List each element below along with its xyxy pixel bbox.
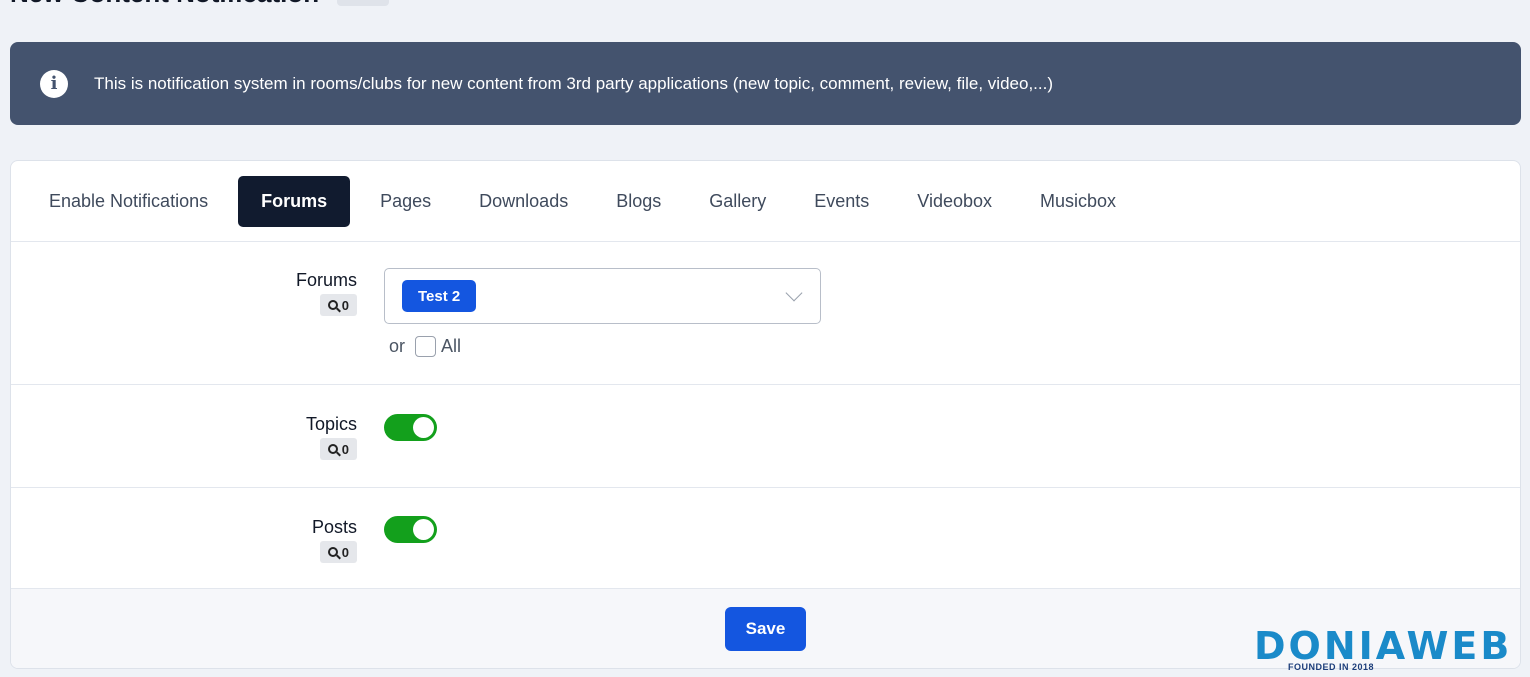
forums-count: 0 <box>341 297 349 313</box>
info-icon: i <box>40 69 68 98</box>
info-text: This is notification system in rooms/clu… <box>94 73 1053 93</box>
tab-bar: Enable Notifications Forums Pages Downlo… <box>11 161 1520 242</box>
page-title: New Content Notification <box>10 0 319 9</box>
chevron-down-icon[interactable] <box>785 284 803 302</box>
all-label[interactable]: All <box>441 336 461 357</box>
tab-blogs[interactable]: Blogs <box>598 176 679 227</box>
posts-row: Posts 0 <box>11 488 1520 590</box>
watermark-tagline: FOUNDED IN 2018 <box>1288 662 1375 672</box>
tab-videobox[interactable]: Videobox <box>899 176 1010 227</box>
posts-label: Posts <box>311 517 357 537</box>
topics-toggle[interactable] <box>384 414 437 441</box>
title-badge <box>337 0 390 6</box>
tab-gallery[interactable]: Gallery <box>691 176 784 227</box>
tab-events[interactable]: Events <box>796 176 887 227</box>
topics-count-badge: 0 <box>319 438 357 460</box>
topics-row: Topics 0 <box>11 385 1520 488</box>
or-all-group: or All <box>389 336 461 357</box>
forums-select[interactable]: Test 2 <box>384 268 821 324</box>
selected-forum-chip[interactable]: Test 2 <box>402 280 477 312</box>
page-header: New Content Notification <box>10 0 390 9</box>
forums-row: Forums 0 Test 2 or All <box>11 242 1520 385</box>
topics-count: 0 <box>341 441 349 457</box>
info-banner: i This is notification system in rooms/c… <box>10 42 1521 125</box>
posts-toggle[interactable] <box>384 516 437 543</box>
forums-label-block: Forums 0 <box>296 270 357 316</box>
tab-forums[interactable]: Forums <box>238 175 351 227</box>
search-icon <box>327 547 338 557</box>
all-forums-checkbox[interactable] <box>415 336 437 357</box>
tab-pages[interactable]: Pages <box>362 176 449 227</box>
tab-enable-notifications[interactable]: Enable Notifications <box>31 176 226 227</box>
tab-musicbox[interactable]: Musicbox <box>1022 176 1134 227</box>
watermark-brand: DONIAWEB <box>1254 624 1513 668</box>
tab-downloads[interactable]: Downloads <box>461 176 586 227</box>
search-icon <box>327 300 338 310</box>
posts-label-block: Posts 0 <box>312 517 357 563</box>
forums-count-badge: 0 <box>319 294 357 316</box>
toggle-knob <box>413 519 434 540</box>
topics-label: Topics <box>305 414 357 434</box>
or-text: or <box>389 336 406 356</box>
topics-label-block: Topics 0 <box>306 414 357 460</box>
settings-card: Enable Notifications Forums Pages Downlo… <box>10 160 1521 669</box>
posts-count: 0 <box>341 544 349 560</box>
save-button[interactable]: Save <box>725 607 806 651</box>
doniaweb-watermark: DONIAWEB FOUNDED IN 2018 <box>1254 626 1524 676</box>
forums-label: Forums <box>295 270 357 290</box>
toggle-knob <box>413 417 434 438</box>
search-icon <box>327 444 338 454</box>
posts-count-badge: 0 <box>319 541 357 563</box>
